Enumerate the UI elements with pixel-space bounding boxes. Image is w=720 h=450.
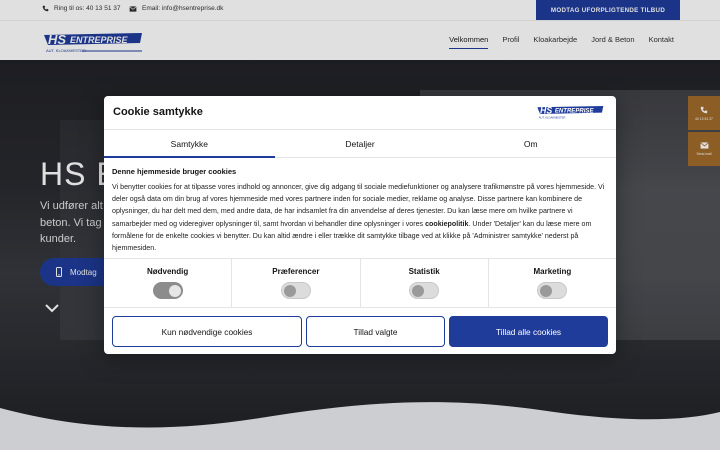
toggle-label-necessary: Nødvendig bbox=[146, 267, 189, 276]
toggle-label-preferences: Præferencer bbox=[272, 267, 320, 276]
toggle-knob bbox=[168, 285, 181, 297]
cookie-heading: Denne hjemmeside bruger cookies bbox=[112, 167, 237, 176]
allow-selected-button[interactable]: Tillad valgte bbox=[306, 316, 445, 347]
toggle-group-statistics: Statistik bbox=[361, 259, 489, 307]
cookie-title: Cookie samtykke bbox=[113, 106, 203, 118]
toggle-knob bbox=[283, 285, 296, 297]
toggle-knob bbox=[412, 285, 425, 297]
toggle-knob bbox=[540, 285, 553, 297]
logo-mark: HS ENTREPRISE AUT. KLOAKMESTER bbox=[537, 105, 604, 120]
toggle-group-marketing: Marketing bbox=[489, 259, 616, 307]
tab-samtykke[interactable]: Samtykke bbox=[104, 130, 275, 158]
allow-necessary-button[interactable]: Kun nødvendige cookies bbox=[112, 316, 302, 347]
cookie-policy-link[interactable]: cookiepolitik bbox=[425, 220, 468, 228]
svg-text:HS: HS bbox=[540, 105, 552, 115]
cookie-category-toggles: Nødvendig Præferencer Statistik Marketin… bbox=[104, 258, 616, 308]
toggle-label-statistics: Statistik bbox=[408, 267, 440, 276]
cookie-logo: HS ENTREPRISE AUT. KLOAKMESTER bbox=[536, 103, 606, 121]
toggle-marketing[interactable] bbox=[537, 282, 568, 299]
svg-text:ENTREPRISE: ENTREPRISE bbox=[555, 109, 595, 115]
toggle-statistics[interactable] bbox=[409, 282, 440, 299]
cookie-actions: Kun nødvendige cookies Tillad valgte Til… bbox=[112, 316, 608, 347]
toggle-necessary bbox=[152, 282, 183, 299]
tab-detaljer[interactable]: Detaljer bbox=[275, 130, 446, 157]
cookie-tabs: Samtykke Detaljer Om bbox=[104, 129, 616, 158]
cookie-description: Vi benytter cookies for at tilpasse vore… bbox=[112, 181, 608, 254]
tab-om[interactable]: Om bbox=[445, 130, 616, 157]
toggle-group-preferences: Præferencer bbox=[232, 259, 361, 307]
toggle-group-necessary: Nødvendig bbox=[104, 259, 233, 307]
allow-all-button[interactable]: Tillad alle cookies bbox=[449, 316, 608, 347]
cookie-dialog: Cookie samtykke HS ENTREPRISE AUT. KLOAK… bbox=[104, 96, 616, 354]
toggle-label-marketing: Marketing bbox=[533, 267, 572, 276]
toggle-preferences[interactable] bbox=[280, 282, 311, 299]
svg-text:AUT. KLOAKMESTER: AUT. KLOAKMESTER bbox=[539, 116, 566, 120]
